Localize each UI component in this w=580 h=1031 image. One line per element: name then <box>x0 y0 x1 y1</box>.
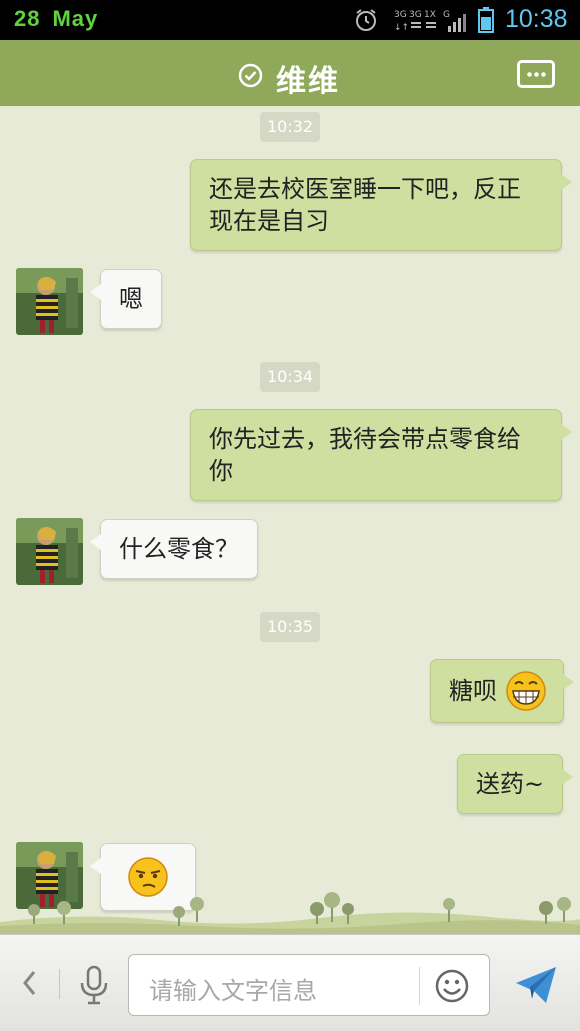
message-timestamp: 10:34 <box>260 362 320 392</box>
grin-emoji <box>505 671 546 711</box>
svg-text:3G: 3G <box>409 10 422 20</box>
microphone-icon[interactable] <box>78 965 110 1005</box>
chevron-left-icon[interactable] <box>20 969 38 997</box>
message-list[interactable]: 10:32 还是去校医室睡一下吧，反正现在是自习 嗯 10:34 你先过去，我待… <box>0 106 580 934</box>
message-text: 什么零食？ <box>119 535 239 563</box>
signal-icon: 3G 3G 1X G ↓↑ <box>394 10 466 33</box>
message-outgoing[interactable]: 送药~ <box>457 754 574 814</box>
status-time: 10:38 <box>505 5 568 33</box>
message-text: 你先过去，我待会带点零食给你 <box>209 425 521 485</box>
paper-plane-icon[interactable] <box>514 965 558 1005</box>
status-date-month: May <box>52 6 99 31</box>
message-text: 糖呗 <box>449 677 497 705</box>
status-bar: 28 May 3G 3G 1X G ↓↑ 10:38 <box>0 0 580 40</box>
contact-name: 维维 <box>276 64 340 99</box>
message-incoming[interactable]: 什么零食？ <box>90 519 258 579</box>
input-bar: 请输入文字信息 <box>0 934 580 1031</box>
message-input[interactable]: 请输入文字信息 <box>128 954 490 1016</box>
message-outgoing[interactable]: 还是去校医室睡一下吧，反正现在是自习 <box>190 159 572 251</box>
svg-text:3G: 3G <box>394 10 407 20</box>
svg-text:G: G <box>443 10 450 20</box>
alarm-icon <box>356 9 376 31</box>
message-text: 还是去校医室睡一下吧，反正现在是自习 <box>209 175 521 235</box>
svg-text:↓↑: ↓↑ <box>394 23 409 33</box>
svg-text:1X: 1X <box>424 10 436 20</box>
smiley-icon[interactable] <box>435 969 469 1003</box>
avatar[interactable] <box>16 518 83 585</box>
check-circle-icon <box>238 63 263 88</box>
status-date: 28 May <box>14 6 98 32</box>
message-text: 送药~ <box>476 770 545 798</box>
landscape-decoration <box>0 892 580 934</box>
status-date-day: 28 <box>14 6 41 31</box>
message-text: 嗯 <box>119 285 143 313</box>
avatar[interactable] <box>16 268 83 335</box>
message-timestamp: 10:32 <box>260 112 320 142</box>
battery-icon <box>478 7 494 33</box>
more-chat-icon[interactable] <box>517 60 555 88</box>
message-incoming[interactable]: 嗯 <box>90 269 162 329</box>
message-timestamp: 10:35 <box>260 612 320 642</box>
divider <box>419 967 420 1005</box>
message-input-placeholder: 请输入文字信息 <box>149 977 317 1005</box>
message-outgoing[interactable]: 糖呗 <box>430 659 574 723</box>
chat-header: 维维 <box>0 40 580 112</box>
divider <box>59 969 60 999</box>
message-outgoing[interactable]: 你先过去，我待会带点零食给你 <box>190 409 572 501</box>
